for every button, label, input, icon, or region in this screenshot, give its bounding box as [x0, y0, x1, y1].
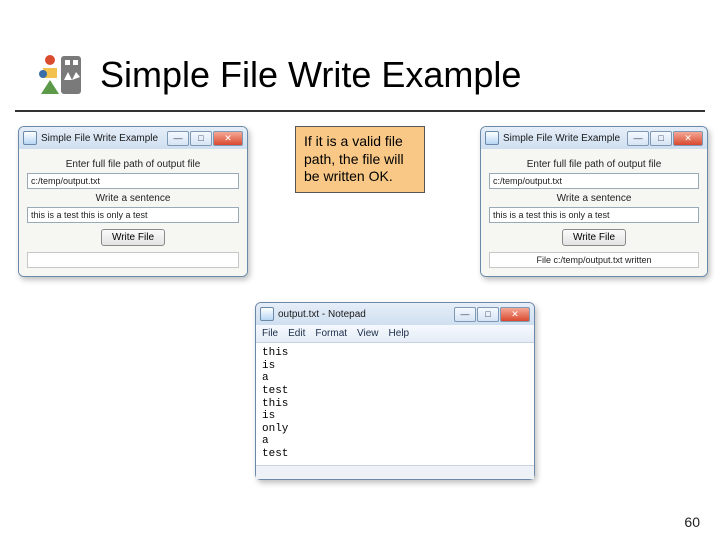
- label-sentence: Write a sentence: [489, 193, 699, 204]
- maximize-icon[interactable]: □: [477, 307, 499, 322]
- menu-help[interactable]: Help: [389, 328, 410, 339]
- app-window-before: Simple File Write Example — □ ✕ Enter fu…: [18, 126, 248, 277]
- slide-content: Simple File Write Example — □ ✕ Enter fu…: [0, 112, 720, 492]
- minimize-icon[interactable]: —: [627, 131, 649, 146]
- sentence-input[interactable]: [489, 207, 699, 223]
- minimize-icon[interactable]: —: [167, 131, 189, 146]
- sentence-input[interactable]: [27, 207, 239, 223]
- slide-header: Simple File Write Example: [15, 0, 705, 112]
- minimize-icon[interactable]: —: [454, 307, 476, 322]
- file-path-input[interactable]: [489, 173, 699, 189]
- menu-file[interactable]: File: [262, 328, 278, 339]
- status-output: File c:/temp/output.txt written: [489, 252, 699, 268]
- notepad-text-area[interactable]: this is a test this is only a test: [256, 343, 534, 465]
- app-icon: [485, 131, 499, 145]
- file-path-input[interactable]: [27, 173, 239, 189]
- window-title: output.txt - Notepad: [278, 309, 454, 320]
- titlebar[interactable]: Simple File Write Example — □ ✕: [19, 127, 247, 149]
- notepad-window: output.txt - Notepad — □ ✕ File Edit For…: [255, 302, 535, 480]
- page-number: 60: [684, 514, 700, 530]
- window-title: Simple File Write Example: [503, 133, 627, 144]
- window-title: Simple File Write Example: [41, 133, 167, 144]
- notepad-icon: [260, 307, 274, 321]
- notepad-menubar: File Edit Format View Help: [256, 325, 534, 343]
- write-file-button[interactable]: Write File: [562, 229, 626, 246]
- label-sentence: Write a sentence: [27, 193, 239, 204]
- callout-note: If it is a valid file path, the file wil…: [295, 126, 425, 193]
- app-icon: [23, 131, 37, 145]
- slide-title: Simple File Write Example: [100, 54, 521, 96]
- menu-format[interactable]: Format: [315, 328, 347, 339]
- titlebar[interactable]: output.txt - Notepad — □ ✕: [256, 303, 534, 325]
- slide-logo-icon: [35, 50, 85, 100]
- label-file-path: Enter full file path of output file: [489, 159, 699, 170]
- close-icon[interactable]: ✕: [213, 131, 243, 146]
- status-output: [27, 252, 239, 268]
- notepad-statusbar: [256, 465, 534, 479]
- menu-view[interactable]: View: [357, 328, 379, 339]
- close-icon[interactable]: ✕: [673, 131, 703, 146]
- app-window-after: Simple File Write Example — □ ✕ Enter fu…: [480, 126, 708, 277]
- maximize-icon[interactable]: □: [650, 131, 672, 146]
- close-icon[interactable]: ✕: [500, 307, 530, 322]
- maximize-icon[interactable]: □: [190, 131, 212, 146]
- menu-edit[interactable]: Edit: [288, 328, 305, 339]
- callout-text: If it is a valid file path, the file wil…: [304, 133, 404, 184]
- write-file-button[interactable]: Write File: [101, 229, 165, 246]
- titlebar[interactable]: Simple File Write Example — □ ✕: [481, 127, 707, 149]
- label-file-path: Enter full file path of output file: [27, 159, 239, 170]
